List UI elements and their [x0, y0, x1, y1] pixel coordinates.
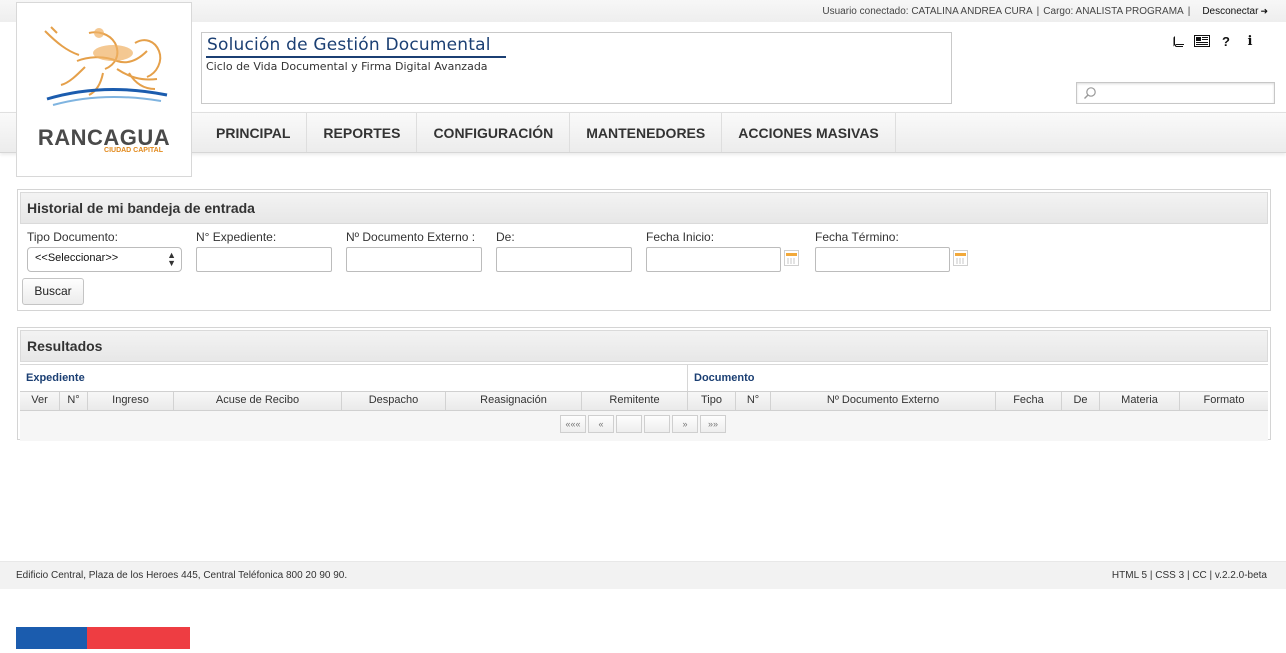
footer: Edificio Central, Plaza de los Heroes 44…	[0, 561, 1286, 589]
page-box[interactable]	[616, 415, 642, 433]
help-icon[interactable]: ?	[1214, 32, 1238, 50]
user-info: Usuario conectado: CATALINA ANDREA CURA …	[822, 6, 1268, 17]
tipo-documento-label: Tipo Documento:	[27, 230, 118, 244]
info-icon[interactable]: i	[1238, 32, 1262, 50]
de-input[interactable]	[496, 247, 632, 272]
tipo-documento-select[interactable]: <<Seleccionar>> ▲ ▼	[27, 247, 182, 272]
table-group-header: Expediente Documento	[20, 364, 1268, 391]
col-doc-externo[interactable]: Nº Documento Externo	[771, 392, 996, 410]
last-page-button[interactable]: »»	[700, 415, 726, 433]
calendar-icon[interactable]	[953, 250, 968, 266]
flag-stripe-blue	[16, 627, 87, 649]
select-arrows-icon: ▲ ▼	[167, 250, 176, 268]
col-ver[interactable]: Ver	[20, 392, 60, 410]
fecha-termino-field: Fecha Término:	[815, 230, 950, 272]
col-tipo[interactable]: Tipo	[688, 392, 736, 410]
results-panel-title: Resultados	[20, 330, 1268, 362]
nav-item-acciones-masivas[interactable]: ACCIONES MASIVAS	[722, 113, 896, 152]
expediente-field: N° Expediente:	[196, 230, 332, 272]
filter-panel-title: Historial de mi bandeja de entrada	[20, 192, 1268, 224]
nav-item-reportes[interactable]: REPORTES	[307, 113, 418, 152]
col-materia[interactable]: Materia	[1100, 392, 1180, 410]
doc-externo-field: Nº Documento Externo :	[346, 230, 482, 272]
app-subtitle: Ciclo de Vida Documental y Firma Digital…	[206, 60, 488, 73]
de-field: De:	[496, 230, 632, 272]
pagination: ««« « » »»	[560, 415, 728, 433]
search-icon	[1084, 87, 1096, 99]
role-text: Cargo: ANALISTA PROGRAMA	[1043, 6, 1184, 17]
doc-externo-label: Nº Documento Externo :	[346, 230, 476, 244]
app-title-box: Solución de Gestión Documental Ciclo de …	[201, 32, 952, 104]
tipo-documento-field: Tipo Documento: <<Seleccionar>> ▲ ▼	[27, 230, 182, 272]
col-ingreso[interactable]: Ingreso	[88, 392, 174, 410]
logo[interactable]: RANCAGUA CIUDAD CAPITAL	[16, 2, 192, 177]
header-icons: ? i	[1166, 32, 1262, 50]
logout-label: Desconectar	[1202, 6, 1259, 17]
calendar-icon[interactable]	[784, 250, 799, 266]
fecha-termino-label: Fecha Término:	[815, 230, 899, 244]
nav-item-mantenedores[interactable]: MANTENEDORES	[570, 113, 723, 152]
footer-address: Edificio Central, Plaza de los Heroes 44…	[16, 570, 348, 581]
footer-tech: HTML 5 | CSS 3 | CC | v.2.2.0-beta	[1111, 570, 1267, 581]
doc-externo-input[interactable]	[346, 247, 482, 272]
search-input[interactable]	[1099, 85, 1273, 103]
col-numero[interactable]: N°	[60, 392, 88, 410]
book-icon[interactable]	[1166, 32, 1190, 50]
group-expediente: Expediente	[20, 365, 688, 391]
prev-page-button[interactable]: «	[588, 415, 614, 433]
first-page-button[interactable]: «««	[560, 415, 586, 433]
fecha-termino-input[interactable]	[815, 247, 950, 272]
filter-panel: Historial de mi bandeja de entrada Tipo …	[17, 189, 1271, 311]
de-label: De:	[496, 230, 515, 244]
search-button[interactable]: Buscar	[22, 278, 84, 305]
expediente-input[interactable]	[196, 247, 332, 272]
app-title: Solución de Gestión Documental	[207, 35, 491, 55]
newspaper-icon[interactable]	[1190, 32, 1214, 50]
filter-form: Tipo Documento: <<Seleccionar>> ▲ ▼ N° Ex…	[18, 226, 1270, 306]
logo-emblem	[44, 26, 168, 106]
results-panel: Resultados Expediente Documento Ver N° I…	[17, 327, 1271, 441]
fecha-inicio-label: Fecha Inicio:	[646, 230, 715, 244]
col-formato[interactable]: Formato	[1180, 392, 1268, 410]
col-doc-numero[interactable]: N°	[736, 392, 771, 410]
page-box[interactable]	[644, 415, 670, 433]
nav-item-configuracion[interactable]: CONFIGURACIÓN	[417, 113, 571, 152]
table-header-row: Ver N° Ingreso Acuse de Recibo Despacho …	[20, 391, 1268, 411]
logout-icon: ➜	[1260, 6, 1268, 16]
next-page-button[interactable]: »	[672, 415, 698, 433]
expediente-label: N° Expediente:	[196, 230, 277, 244]
col-despacho[interactable]: Despacho	[342, 392, 446, 410]
logo-tagline: CIUDAD CAPITAL	[104, 147, 163, 154]
col-acuse-de-recibo[interactable]: Acuse de Recibo	[174, 392, 342, 410]
title-underline	[206, 56, 506, 58]
search-box[interactable]	[1076, 82, 1275, 104]
flag-stripe-red	[87, 627, 190, 649]
fecha-inicio-field: Fecha Inicio:	[646, 230, 781, 272]
tipo-documento-value: <<Seleccionar>>	[35, 252, 119, 264]
logout-link[interactable]: Desconectar ➜	[1202, 6, 1268, 17]
fecha-inicio-input[interactable]	[646, 247, 781, 272]
separator: |	[1036, 6, 1040, 17]
group-documento: Documento	[694, 372, 755, 384]
col-reasignacion[interactable]: Reasignación	[446, 392, 582, 410]
separator: |	[1187, 6, 1191, 17]
col-remitente[interactable]: Remitente	[582, 392, 688, 410]
col-de[interactable]: De	[1062, 392, 1100, 410]
pager-row: ««« « » »»	[20, 411, 1268, 441]
nav-item-principal[interactable]: PRINCIPAL	[200, 113, 308, 152]
col-fecha[interactable]: Fecha	[996, 392, 1062, 410]
connected-user-text: Usuario conectado: CATALINA ANDREA CURA	[822, 6, 1033, 17]
